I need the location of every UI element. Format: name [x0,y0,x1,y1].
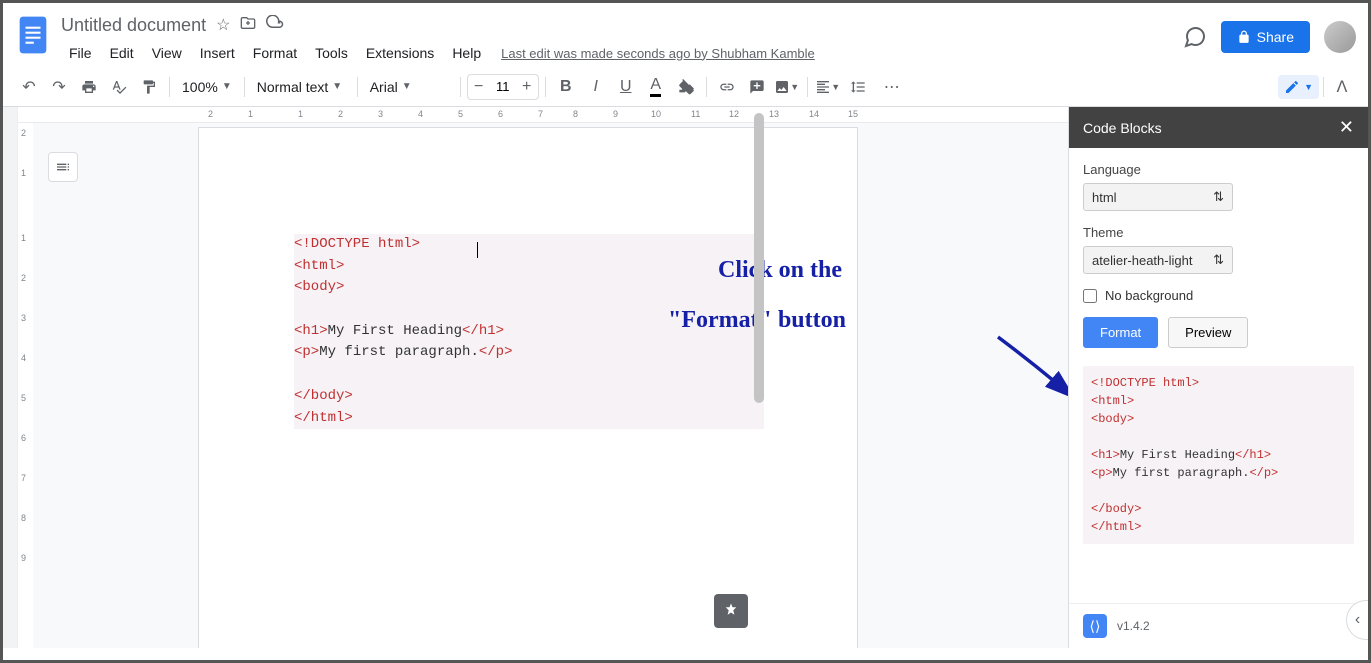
line-spacing-button[interactable] [844,73,872,101]
paragraph-style-dropdown[interactable]: Normal text▼ [251,73,351,101]
user-avatar[interactable] [1324,21,1356,53]
bold-button[interactable]: B [552,73,580,101]
menu-format[interactable]: Format [245,41,305,65]
move-icon[interactable] [240,15,256,36]
italic-button[interactable]: I [582,73,610,101]
underline-button[interactable]: U [612,73,640,101]
addon-version: v1.4.2 [1117,619,1150,633]
menu-view[interactable]: View [144,41,190,65]
annotation-arrow [918,317,1068,417]
last-edit-info[interactable]: Last edit was made seconds ago by Shubha… [501,46,815,61]
undo-button[interactable]: ↶ [15,73,43,101]
addon-icon[interactable]: ⟨⟩ [1083,614,1107,638]
highlight-button[interactable] [672,73,700,101]
share-label: Share [1257,29,1294,45]
toolbar: ↶ ↷ 100%▼ Normal text▼ Arial▼ − + B I U … [3,67,1368,107]
menu-bar: File Edit View Insert Format Tools Exten… [61,39,1183,67]
docs-logo[interactable] [15,11,51,59]
star-icon[interactable]: ☆ [216,15,230,36]
no-background-checkbox[interactable]: No background [1083,288,1354,303]
insert-image-button[interactable]: ▼ [773,73,801,101]
close-sidebar-button[interactable]: ✕ [1339,117,1354,138]
preview-button[interactable]: Preview [1168,317,1248,348]
scrollbar[interactable] [750,107,765,648]
align-button[interactable]: ▼ [814,73,842,101]
menu-tools[interactable]: Tools [307,41,356,65]
code-block[interactable]: <!DOCTYPE html><html><body> <h1>My First… [294,234,764,429]
menu-help[interactable]: Help [444,41,489,65]
document-outline-button[interactable] [48,152,78,182]
menu-extensions[interactable]: Extensions [358,41,442,65]
spellcheck-button[interactable] [105,73,133,101]
zoom-dropdown[interactable]: 100%▼ [176,73,238,101]
comments-icon[interactable] [1183,25,1207,49]
language-select[interactable]: html⇅ [1083,183,1233,211]
explore-button[interactable] [714,594,748,628]
sidebar-title: Code Blocks [1083,120,1162,136]
horizontal-ruler[interactable]: 21123456789101112131415 [18,107,1068,123]
cloud-status-icon[interactable] [266,15,284,36]
code-preview: <!DOCTYPE html><html><body> <h1>My First… [1083,366,1354,544]
menu-insert[interactable]: Insert [192,41,243,65]
font-dropdown[interactable]: Arial▼ [364,73,454,101]
vertical-ruler[interactable]: 21123456789 [18,123,33,648]
increase-font-button[interactable]: + [516,75,538,99]
paint-format-button[interactable] [135,73,163,101]
insert-link-button[interactable] [713,73,741,101]
code-blocks-sidebar: Code Blocks ✕ Language html⇅ Theme ateli… [1068,107,1368,648]
font-size-input[interactable] [490,79,516,94]
insert-comment-button[interactable] [743,73,771,101]
no-background-label: No background [1105,288,1193,303]
print-button[interactable] [75,73,103,101]
language-label: Language [1083,162,1354,177]
text-color-button[interactable]: A [642,73,670,101]
no-background-input[interactable] [1083,289,1097,303]
editing-mode-button[interactable]: ▼ [1278,75,1319,99]
theme-label: Theme [1083,225,1354,240]
font-size-control[interactable]: − + [467,74,539,100]
redo-button[interactable]: ↷ [45,73,73,101]
decrease-font-button[interactable]: − [468,75,490,99]
document-title[interactable]: Untitled document [61,15,206,36]
left-rail [3,107,18,648]
theme-select[interactable]: atelier-heath-light⇅ [1083,246,1233,274]
share-button[interactable]: Share [1221,21,1310,53]
menu-file[interactable]: File [61,41,100,65]
menu-edit[interactable]: Edit [102,41,142,65]
more-options-button[interactable]: ⋯ [878,73,906,101]
format-button[interactable]: Format [1083,317,1158,348]
document-area[interactable]: 21123456789101112131415 21123456789 <!DO… [18,107,1068,648]
text-cursor [477,242,478,258]
hide-menus-button[interactable]: ᐱ [1328,73,1356,101]
